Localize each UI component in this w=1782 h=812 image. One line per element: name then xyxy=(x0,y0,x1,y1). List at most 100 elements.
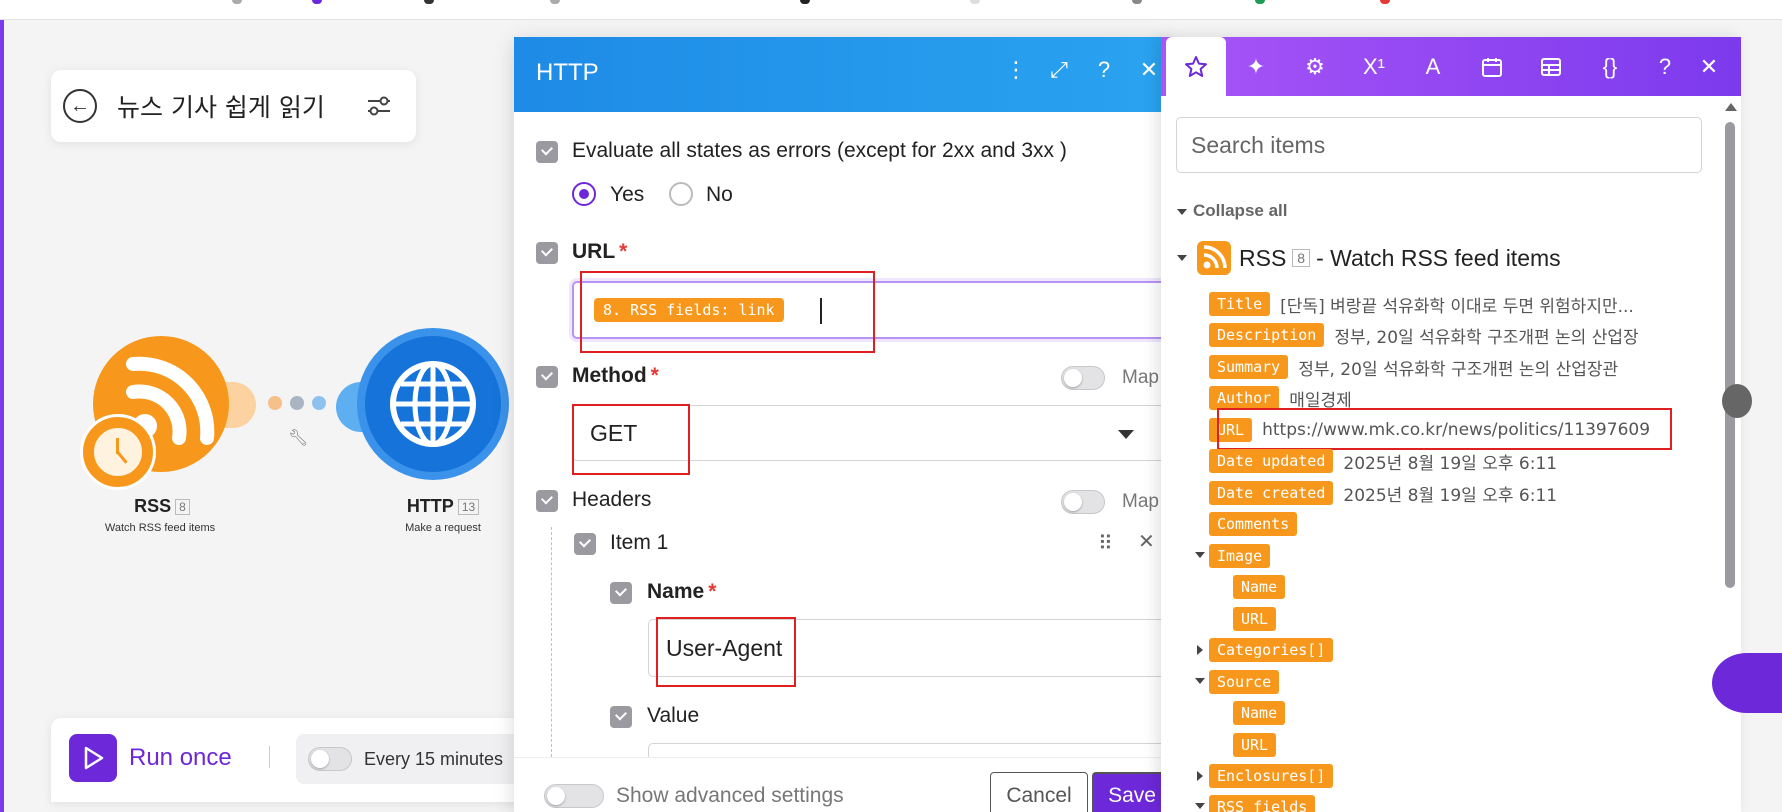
advanced-settings-toggle[interactable] xyxy=(544,784,604,808)
rss-module-label: RSS 8 xyxy=(120,496,204,517)
evaluate-no-radio[interactable] xyxy=(669,182,693,206)
run-once-button[interactable] xyxy=(69,734,117,782)
http-module[interactable] xyxy=(357,328,509,480)
field-image-name[interactable]: Name xyxy=(1233,573,1286,601)
field-source-name[interactable]: Name xyxy=(1233,699,1286,727)
connection-dots[interactable] xyxy=(268,396,328,410)
dialog-footer: Show advanced settings Cancel Save xyxy=(514,757,1169,812)
method-label: Method * xyxy=(572,364,659,387)
mapping-panel: ✦ ⚙︎ X¹ A {} ? ✕ Collapse all RSS 8 - Wa… xyxy=(1161,37,1741,812)
item1-checkbox-icon[interactable] xyxy=(574,533,596,555)
play-icon xyxy=(84,746,104,770)
url-label: URL * xyxy=(572,240,628,263)
headers-checkbox-icon[interactable] xyxy=(536,490,558,512)
field-image[interactable]: Image xyxy=(1195,542,1271,570)
run-once-label[interactable]: Run once xyxy=(129,744,232,772)
chevron-down-icon xyxy=(1177,208,1187,215)
highlight-box-url-field xyxy=(1217,408,1672,450)
sparkle-icon[interactable]: ✦ xyxy=(1226,37,1286,96)
field-source[interactable]: Source xyxy=(1195,668,1280,696)
headers-map-label: Map xyxy=(1122,491,1159,512)
field-summary[interactable]: Summary 정부, 20일 석유화학 구조개편 논의 산업장관 xyxy=(1209,353,1618,381)
field-image-url[interactable]: URL xyxy=(1233,605,1277,633)
name-checkbox-icon[interactable] xyxy=(610,582,632,604)
dialog-title: HTTP xyxy=(536,59,599,86)
wrench-icon[interactable]: 🔧︎ xyxy=(288,428,308,448)
field-date-updated[interactable]: Date updated 2025년 8월 19일 오후 6:11 xyxy=(1209,447,1557,475)
schedule-clock-icon[interactable] xyxy=(80,414,156,490)
drag-handle-icon[interactable]: ⠿ xyxy=(1098,531,1113,556)
chevron-down-icon xyxy=(1195,678,1205,684)
field-categories[interactable]: Categories[] xyxy=(1197,636,1334,664)
scroll-up-icon[interactable] xyxy=(1725,103,1737,111)
settings-sliders-icon[interactable] xyxy=(364,91,394,121)
http-module-dialog: HTTP ⋮ ⤢ ? ✕ Evaluate all states as erro… xyxy=(514,37,1169,812)
scrollbar-thumb[interactable] xyxy=(1725,122,1735,588)
run-toolbar: Run once Every 15 minutes xyxy=(51,718,526,802)
collapse-all-toggle[interactable]: Collapse all xyxy=(1177,201,1287,221)
star-icon[interactable] xyxy=(1166,37,1226,96)
evaluate-no-label[interactable]: No xyxy=(706,183,733,207)
field-title[interactable]: Title [단독] 벼랑끝 석유화학 이대로 두면 위험하지만... xyxy=(1209,290,1634,318)
advanced-settings-label[interactable]: Show advanced settings xyxy=(616,784,844,808)
scenario-title-card: ← 뉴스 기사 쉽게 읽기 xyxy=(51,70,416,142)
rss-icon xyxy=(1197,241,1231,275)
globe-icon xyxy=(390,361,476,447)
maximize-icon[interactable]: ⤢ xyxy=(1044,57,1074,83)
sidebar-edge xyxy=(0,20,4,812)
browser-toolbar-strip xyxy=(0,0,1782,20)
headers-map-toggle[interactable] xyxy=(1061,490,1105,514)
method-map-toggle[interactable] xyxy=(1061,366,1105,390)
field-date-created[interactable]: Date created 2025년 8월 19일 오후 6:11 xyxy=(1209,479,1557,507)
url-checkbox-icon[interactable] xyxy=(536,242,558,264)
headers-tree-line xyxy=(551,527,552,757)
cancel-button[interactable]: Cancel xyxy=(990,772,1088,812)
help-icon[interactable]: ? xyxy=(1643,37,1687,96)
schedule-toggle[interactable] xyxy=(308,747,352,771)
name-label: Name * xyxy=(647,580,717,603)
chevron-down-icon xyxy=(1177,255,1187,261)
field-comments[interactable]: Comments xyxy=(1209,510,1298,538)
evaluate-yes-radio[interactable] xyxy=(572,182,596,206)
headers-label: Headers xyxy=(572,488,652,511)
canvas-action-button-edge[interactable] xyxy=(1712,653,1782,713)
table-icon[interactable] xyxy=(1521,37,1581,96)
more-options-icon[interactable]: ⋮ xyxy=(1001,57,1031,83)
evaluate-yes-label[interactable]: Yes xyxy=(610,183,644,207)
gear-icon[interactable]: ⚙︎ xyxy=(1285,37,1345,96)
value-label: Value xyxy=(647,704,700,727)
search-items-input[interactable] xyxy=(1176,117,1702,173)
field-enclosures[interactable]: Enclosures[] xyxy=(1197,762,1334,790)
method-checkbox-icon[interactable] xyxy=(536,366,558,388)
close-icon[interactable]: ✕ xyxy=(1134,57,1164,83)
http-module-subtitle: Make a request xyxy=(405,522,481,534)
highlight-box-url xyxy=(580,271,875,353)
divider xyxy=(269,746,270,768)
chevron-down-icon[interactable] xyxy=(1118,430,1134,439)
close-icon[interactable]: ✕ xyxy=(1687,37,1731,96)
superscript-icon[interactable]: X¹ xyxy=(1344,37,1404,96)
scenario-title[interactable]: 뉴스 기사 쉽게 읽기 xyxy=(117,88,364,124)
rss-source-desc: - Watch RSS feed items xyxy=(1316,244,1561,271)
field-rss-fields[interactable]: RSS fields xyxy=(1195,793,1316,812)
value-checkbox-icon[interactable] xyxy=(610,706,632,728)
chevron-right-icon xyxy=(1197,771,1203,781)
braces-icon[interactable]: {} xyxy=(1580,37,1640,96)
http-module-label: HTTP 13 xyxy=(398,496,488,517)
remove-item-icon[interactable]: ✕ xyxy=(1138,529,1155,554)
calendar-icon[interactable] xyxy=(1462,37,1522,96)
highlight-box-name xyxy=(656,617,796,687)
highlight-box-method xyxy=(572,404,690,475)
evaluate-errors-checkbox-icon[interactable] xyxy=(536,141,558,163)
help-icon[interactable]: ? xyxy=(1089,57,1119,83)
schedule-label[interactable]: Every 15 minutes xyxy=(364,749,503,770)
schedule-control: Every 15 minutes xyxy=(296,734,526,784)
rss-source-name: RSS xyxy=(1239,244,1287,271)
field-source-url[interactable]: URL xyxy=(1233,731,1277,759)
text-icon[interactable]: A xyxy=(1403,37,1463,96)
save-button[interactable]: Save xyxy=(1092,772,1169,812)
rss-source-header[interactable]: RSS 8 - Watch RSS feed items xyxy=(1177,240,1561,276)
canvas-control-edge[interactable] xyxy=(1722,384,1752,418)
back-arrow-icon[interactable]: ← xyxy=(63,89,97,123)
field-description[interactable]: Description 정부, 20일 석유화학 구조개편 논의 산업장 xyxy=(1209,321,1639,349)
